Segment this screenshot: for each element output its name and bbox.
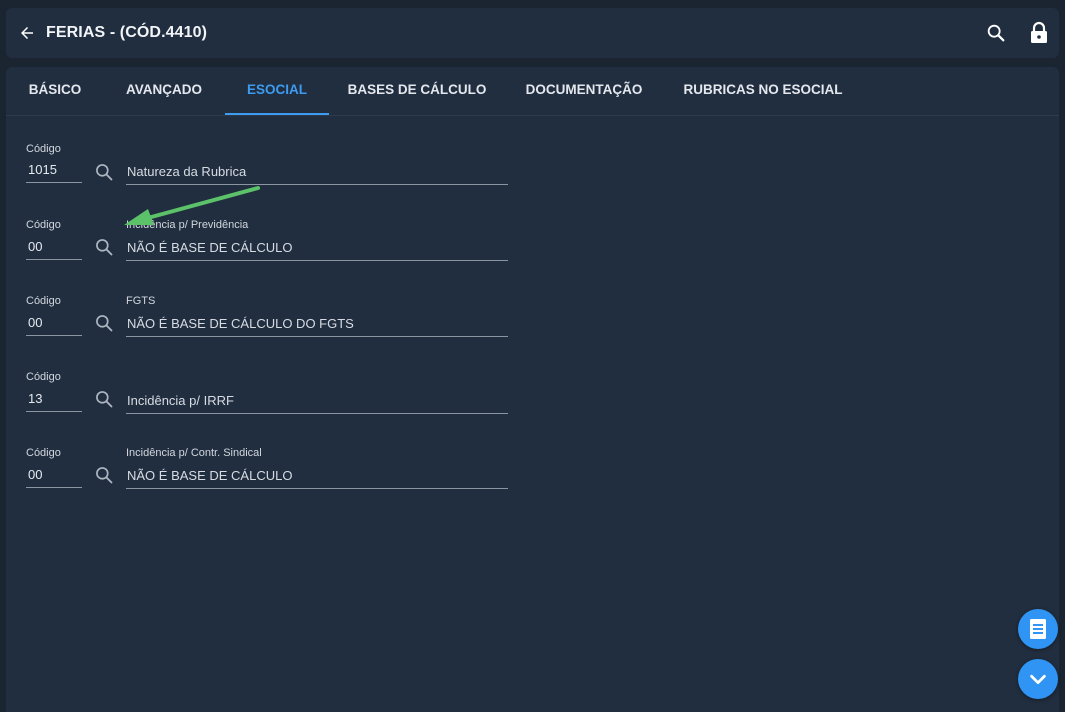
previdencia-input[interactable]: NÃO É BASE DE CÁLCULO <box>126 239 508 261</box>
tab-esocial[interactable]: ESOCIAL <box>225 67 329 115</box>
back-button[interactable] <box>17 23 37 43</box>
fgts-label: FGTS <box>126 295 156 307</box>
list-icon <box>1030 619 1046 639</box>
code-label: Código <box>26 143 61 155</box>
fgts-code-input[interactable]: 00 <box>26 314 82 336</box>
lock-button[interactable] <box>1029 21 1049 45</box>
previdencia-code-input[interactable]: 00 <box>26 238 82 260</box>
tab-bases-de-calculo[interactable]: BASES DE CÁLCULO <box>346 67 488 115</box>
list-button[interactable] <box>1018 609 1058 649</box>
main-panel: BÁSICO AVANÇADO ESOCIAL BASES DE CÁLCULO… <box>6 67 1059 712</box>
code-label: Código <box>26 371 61 383</box>
code-label: Código <box>26 447 61 459</box>
contr-sindical-label: Incidência p/ Contr. Sindical <box>126 447 262 459</box>
page-title: FERIAS - (CÓD.4410) <box>46 24 208 41</box>
search-icon[interactable] <box>94 162 114 182</box>
lock-icon <box>1031 21 1047 43</box>
natureza-rubrica-input[interactable]: Natureza da Rubrica <box>126 163 508 185</box>
chevron-down-icon <box>1030 674 1046 685</box>
search-icon[interactable] <box>94 465 114 485</box>
natureza-code-input[interactable]: 1015 <box>26 161 82 183</box>
tab-avancado[interactable]: AVANÇADO <box>118 67 210 115</box>
contr-sindical-code-input[interactable]: 00 <box>26 466 82 488</box>
tab-rubricas-no-esocial[interactable]: RUBRICAS NO ESOCIAL <box>682 67 844 115</box>
tab-bar: BÁSICO AVANÇADO ESOCIAL BASES DE CÁLCULO… <box>6 67 1059 116</box>
app-header: FERIAS - (CÓD.4410) <box>6 8 1059 58</box>
code-label: Código <box>26 295 61 307</box>
fgts-input[interactable]: NÃO É BASE DE CÁLCULO DO FGTS <box>126 315 508 337</box>
search-icon[interactable] <box>94 237 114 257</box>
annotation-arrow-icon <box>124 186 260 225</box>
tab-documentacao[interactable]: DOCUMENTAÇÃO <box>520 67 648 115</box>
header-search-button[interactable] <box>985 22 1007 44</box>
search-icon <box>987 24 1005 42</box>
irrf-input[interactable]: Incidência p/ IRRF <box>126 392 508 414</box>
tab-basico[interactable]: BÁSICO <box>16 67 94 115</box>
code-label: Código <box>26 219 61 231</box>
contr-sindical-input[interactable]: NÃO É BASE DE CÁLCULO <box>126 467 508 489</box>
search-icon[interactable] <box>94 313 114 333</box>
scroll-down-button[interactable] <box>1018 659 1058 699</box>
arrow-left-icon <box>21 27 33 39</box>
search-icon[interactable] <box>94 389 114 409</box>
irrf-code-input[interactable]: 13 <box>26 390 82 412</box>
